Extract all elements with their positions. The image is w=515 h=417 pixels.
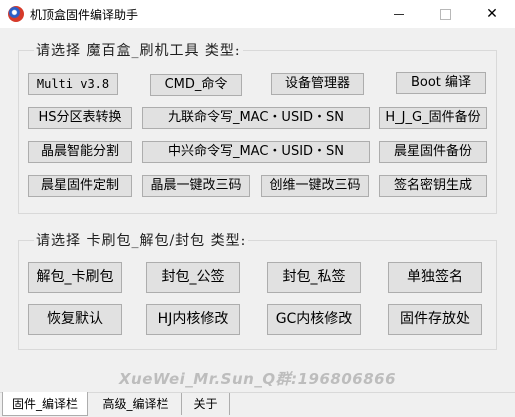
jiulian-write-mac-usid-sn-button[interactable]: 九联命令写_MAC・USID・SN xyxy=(142,107,370,129)
standalone-sign-button[interactable]: 单独签名 xyxy=(388,262,482,293)
tab-advanced-compile[interactable]: 高级_编译栏 xyxy=(90,393,182,415)
amlogic-smart-split-button[interactable]: 晶晨智能分割 xyxy=(28,141,132,163)
signature-key-generate-button[interactable]: 签名密钥生成 xyxy=(379,175,487,197)
hs-partition-convert-button[interactable]: HS分区表转换 xyxy=(28,107,132,129)
close-button[interactable]: ✕ xyxy=(469,0,515,28)
unpack-card-package-button[interactable]: 解包_卡刷包 xyxy=(28,262,122,293)
multi-v38-button[interactable]: Multi v3.8 xyxy=(28,73,118,95)
pack-public-sign-button[interactable]: 封包_公签 xyxy=(146,262,240,293)
boot-compile-button[interactable]: Boot 编译 xyxy=(396,72,486,94)
firmware-storage-button[interactable]: 固件存放处 xyxy=(388,304,482,335)
pack-private-sign-button[interactable]: 封包_私签 xyxy=(267,262,361,293)
minimize-icon xyxy=(394,13,404,15)
restore-default-button[interactable]: 恢复默认 xyxy=(28,304,122,335)
amlogic-one-click-three-codes-button[interactable]: 晶晨一键改三码 xyxy=(142,175,250,197)
tab-firmware-compile[interactable]: 固件_编译栏 xyxy=(2,392,88,416)
cmd-command-button[interactable]: CMD_命令 xyxy=(150,74,242,96)
author-watermark: XueWei_Mr.Sun_Q群:196806866 xyxy=(118,370,397,388)
device-manager-button[interactable]: 设备管理器 xyxy=(271,73,364,95)
app-icon xyxy=(8,6,24,22)
skyworth-one-click-three-codes-button[interactable]: 创维一键改三码 xyxy=(261,175,369,197)
mstar-firmware-backup-button[interactable]: 晨星固件备份 xyxy=(379,141,487,163)
title-bar: 机顶盒固件编译助手 ✕ xyxy=(0,0,515,28)
maximize-icon xyxy=(439,9,451,20)
package-group-label: 请选择 卡刷包_解包/封包 类型: xyxy=(34,230,249,250)
hjg-firmware-backup-button[interactable]: H_J_G_固件备份 xyxy=(379,107,487,129)
tab-about[interactable]: 关于 xyxy=(182,393,230,415)
mstar-firmware-customize-button[interactable]: 晨星固件定制 xyxy=(28,175,132,197)
close-icon: ✕ xyxy=(486,6,498,22)
bottom-tab-bar: 固件_编译栏 高级_编译栏 关于 xyxy=(0,392,515,417)
window-title: 机顶盒固件编译助手 xyxy=(30,8,139,22)
zte-write-mac-usid-sn-button[interactable]: 中兴命令写_MAC・USID・SN xyxy=(142,141,370,163)
gc-kernel-modify-button[interactable]: GC内核修改 xyxy=(267,304,361,335)
flash-tool-group-label: 请选择 魔百盒_刷机工具 类型: xyxy=(34,40,243,60)
minimize-button[interactable] xyxy=(376,0,422,28)
hj-kernel-modify-button[interactable]: HJ内核修改 xyxy=(146,304,240,335)
maximize-button[interactable] xyxy=(422,0,468,28)
